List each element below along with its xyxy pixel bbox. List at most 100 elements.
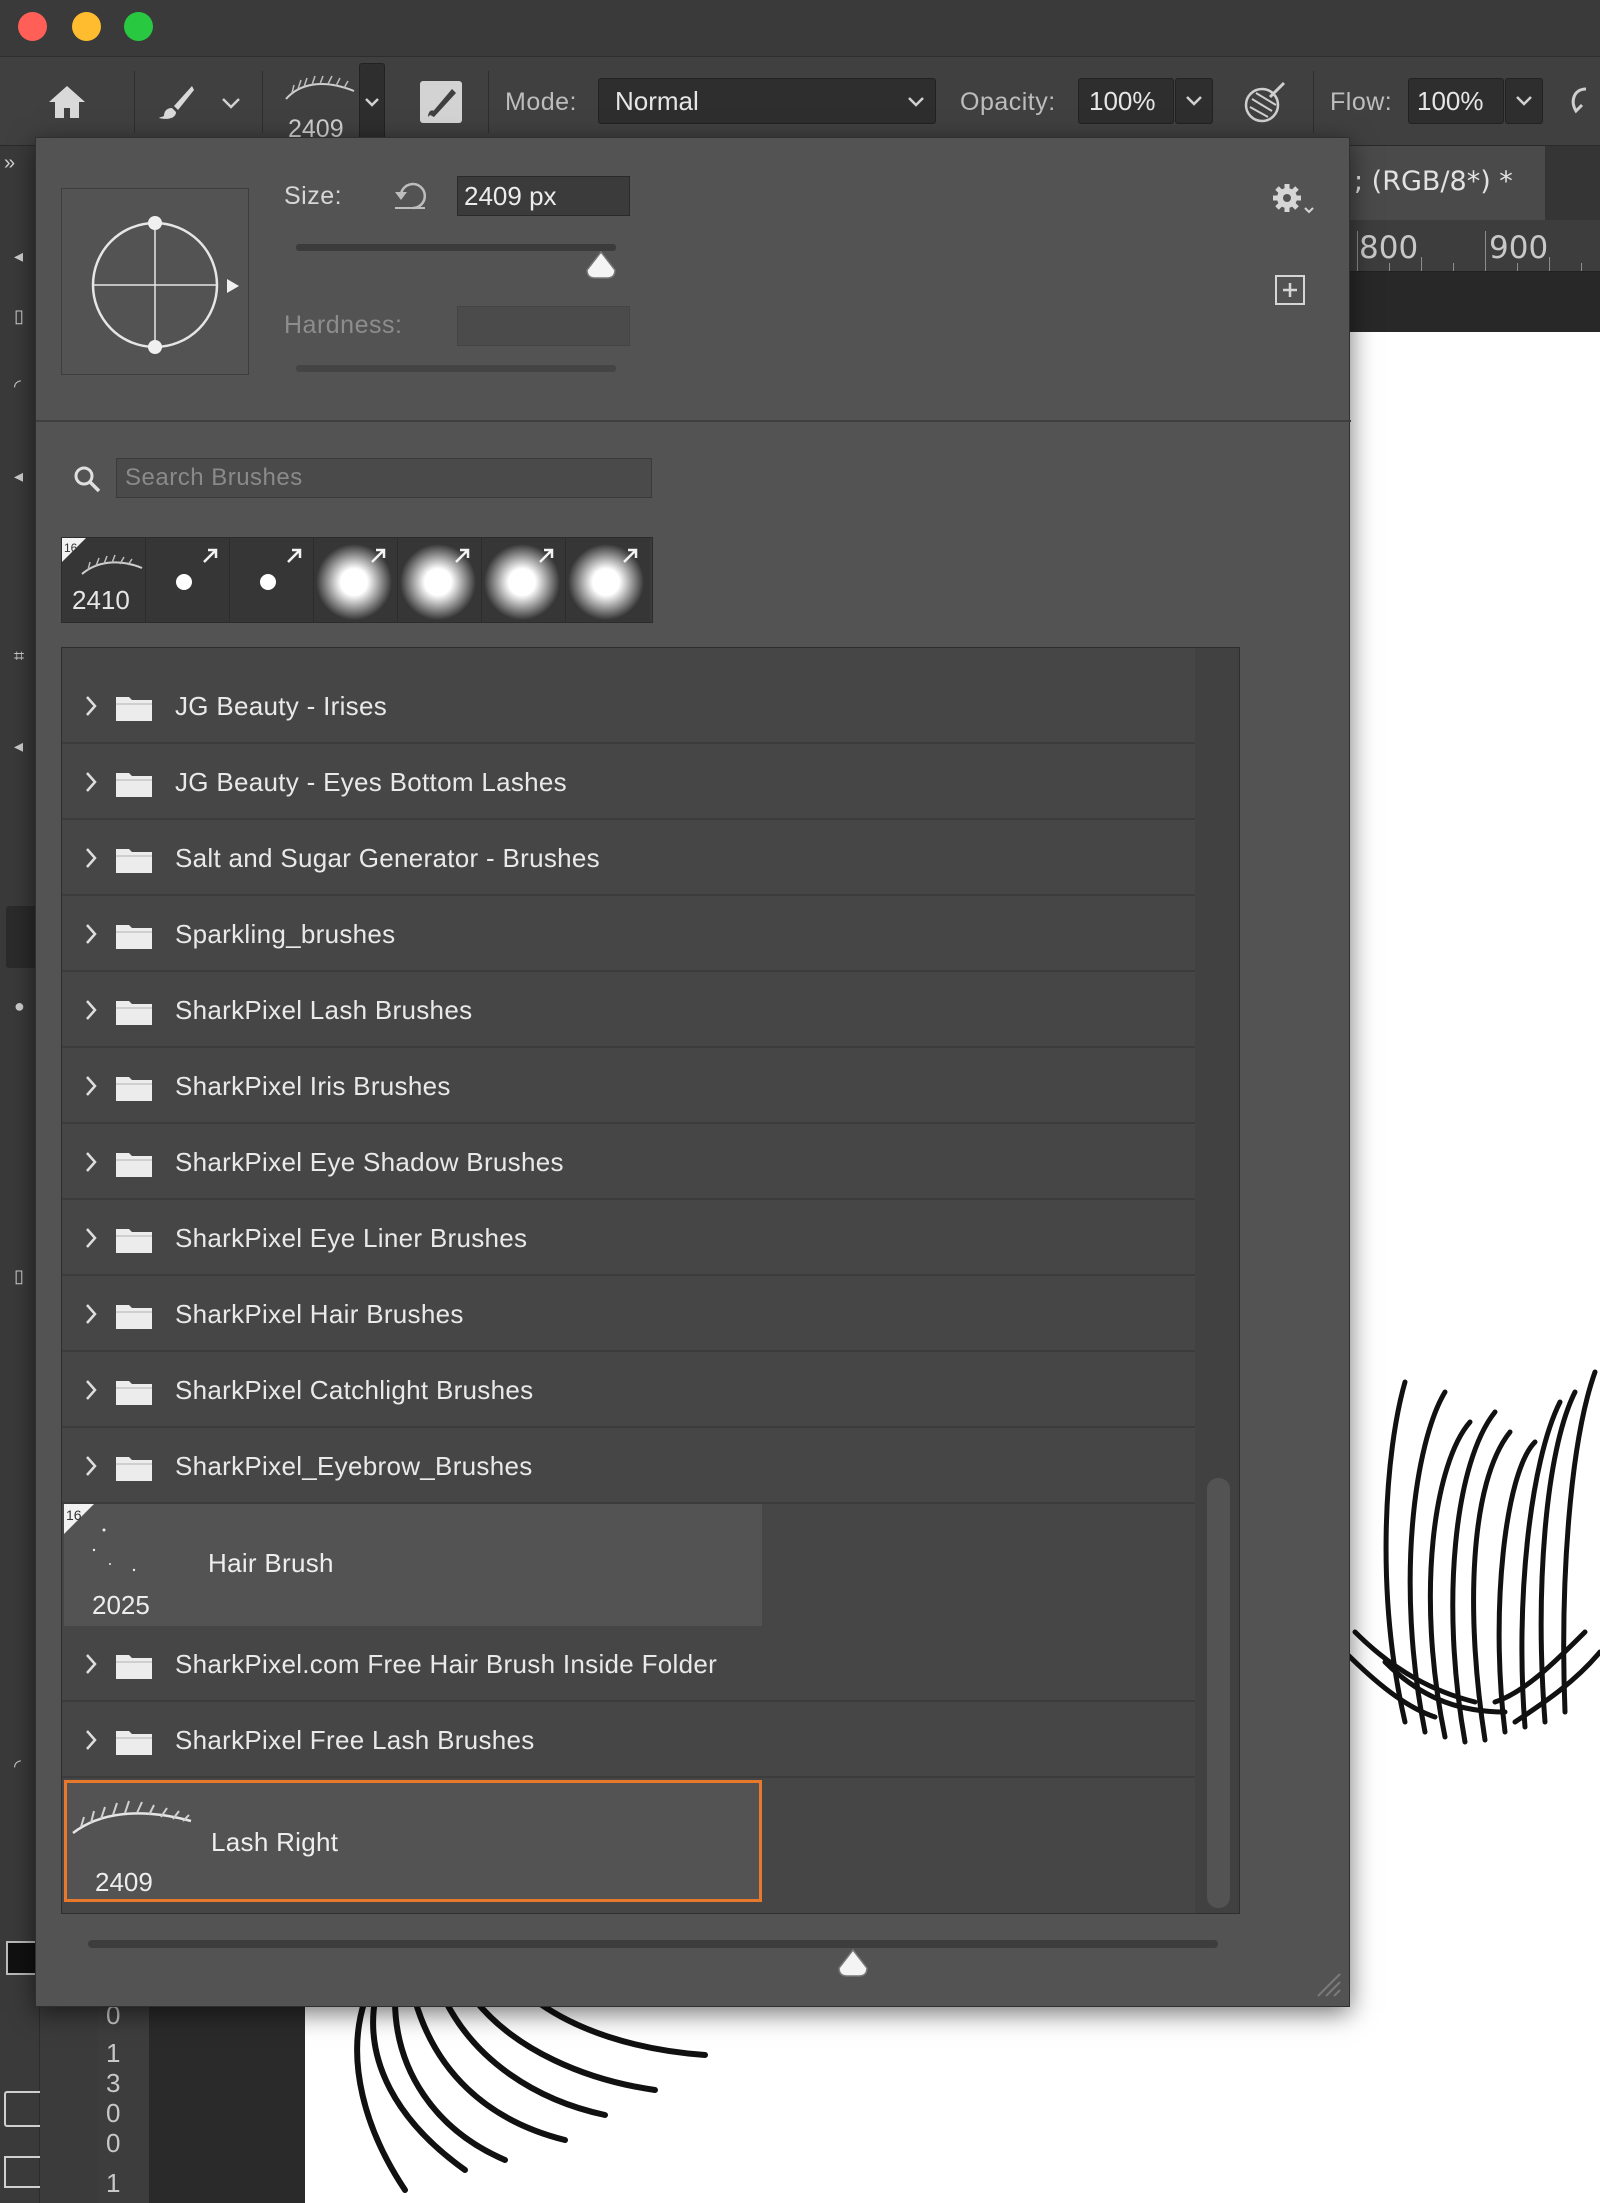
document-tab[interactable]: ; (RGB/8*) * [1345,146,1545,220]
hardness-slider-track[interactable] [296,365,616,372]
brush-picker-chevron-down-icon[interactable] [359,63,385,141]
pressure-opacity-icon[interactable] [1240,79,1288,127]
brush-folder-row[interactable]: SharkPixel Hair Brushes [62,1276,1195,1352]
brush-tool-icon[interactable] [153,79,199,125]
recent-brush-small-round[interactable] [230,538,314,622]
folder-name: SharkPixel Hair Brushes [175,1299,464,1329]
brush-folder-row[interactable]: Salt and Sugar Generator - Brushes [62,820,1195,896]
size-slider-track[interactable] [296,244,616,251]
opacity-value: 100% [1089,85,1156,116]
brush-folder-row[interactable]: SharkPixel Free Lash Brushes [62,1702,1195,1778]
chevron-right-icon[interactable] [84,1652,98,1676]
folder-name: SharkPixel Catchlight Brushes [175,1375,534,1405]
flow-input[interactable]: 100% [1408,78,1504,124]
opacity-label: Opacity: [960,88,1056,116]
minimize-window-button[interactable] [72,12,101,41]
zoom-window-button[interactable] [124,12,153,41]
blur-tool-icon[interactable]: ● [14,996,30,1016]
mode-label: Mode: [505,88,577,116]
chevron-right-icon[interactable] [84,1150,98,1174]
size-slider-handle[interactable] [585,250,617,280]
brush-folder-row[interactable]: JG Beauty - Eyes Bottom Lashes [62,744,1195,820]
recent-brush-soft-round[interactable] [566,538,650,622]
quick-mask-icon[interactable] [4,2091,44,2127]
brush-tool-active-icon[interactable] [6,906,36,968]
brush-preset-lash-right-selected[interactable]: Lash Right 2409 [64,1780,762,1902]
vertical-ruler: 0 1 3 0 0 1 [98,2000,150,2203]
hand-tool-icon[interactable]: ◜ [14,1756,30,1776]
chevron-right-icon[interactable] [84,846,98,870]
brush-folder-row[interactable]: SharkPixel.com Free Hair Brush Inside Fo… [62,1626,1195,1702]
resize-grip-icon[interactable] [1314,1970,1342,1998]
recent-brush-soft-round[interactable] [314,538,398,622]
quick-select-tool-icon[interactable]: ◂ [14,466,30,486]
lasso-tool-icon[interactable]: ◜ [14,376,30,396]
brush-size: 2409 [95,1867,153,1897]
size-input[interactable]: 2409 px [457,176,630,216]
document-canvas[interactable] [1342,332,1600,2203]
type-tool-icon[interactable]: ▯ [14,1266,30,1286]
thumbnail-size-slider-track[interactable] [88,1940,1218,1948]
flow-chevron-down-icon[interactable] [1505,78,1543,124]
move-tool-icon[interactable]: ◂ [14,246,30,266]
mode-select[interactable]: Normal [598,78,936,124]
brush-folder-row[interactable]: JG Beauty - Irises [62,668,1195,744]
recent-brush-lash[interactable]: 16 2410 [62,538,146,622]
brush-preset-list[interactable]: JG Beauty - Irises JG Beauty - Eyes Bott… [61,647,1240,1914]
recent-brush-small-round[interactable] [146,538,230,622]
reset-size-icon[interactable] [391,178,431,214]
list-scrollbar[interactable] [1207,1478,1230,1908]
opacity-chevron-down-icon[interactable] [1175,78,1213,124]
hardness-input[interactable] [457,306,630,346]
folder-name: SharkPixel Iris Brushes [175,1071,451,1101]
vruler-digit: 3 [106,2068,121,2098]
brush-folder-row[interactable]: SharkPixel Eye Liner Brushes [62,1200,1195,1276]
size-value: 2409 px [464,180,557,211]
chevron-right-icon[interactable] [84,1302,98,1326]
close-window-button[interactable] [18,12,47,41]
svg-text:16: 16 [66,1507,82,1523]
recent-brush-soft-round[interactable] [398,538,482,622]
search-icon [72,464,102,494]
expand-panels-icon[interactable]: » [4,152,15,175]
brush-tip-preview[interactable] [61,188,249,375]
thumbnail-size-slider-handle[interactable] [837,1948,869,1978]
lash-brush-thumbnail [72,1800,192,1834]
brush-folder-row[interactable]: SharkPixel Iris Brushes [62,1048,1195,1124]
screen-mode-icon[interactable] [4,2156,44,2188]
chevron-right-icon[interactable] [84,1074,98,1098]
tool-preset-chevron-down-icon[interactable] [220,95,242,111]
opacity-input[interactable]: 100% [1078,78,1174,124]
brush-folder-row[interactable]: SharkPixel Eye Shadow Brushes [62,1124,1195,1200]
chevron-right-icon[interactable] [84,1378,98,1402]
recent-brush-soft-round[interactable] [482,538,566,622]
folder-name: SharkPixel_Eyebrow_Brushes [175,1451,533,1481]
airbrush-icon[interactable] [1566,81,1600,125]
brush-folder-row[interactable]: Sparkling_brushes [62,896,1195,972]
chevron-right-icon[interactable] [84,1454,98,1478]
ruler-label-800: 800 [1359,230,1419,266]
brush-folder-row[interactable]: SharkPixel Catchlight Brushes [62,1352,1195,1428]
marquee-tool-icon[interactable]: ▯ [14,306,30,326]
chevron-right-icon[interactable] [84,1226,98,1250]
chevron-right-icon[interactable] [84,998,98,1022]
eyedropper-tool-icon[interactable]: ◂ [14,736,30,756]
search-brushes-input[interactable]: Search Brushes [116,458,652,498]
brush-preset-thumbnail[interactable]: 2409 [280,67,358,143]
mode-value: Normal [615,85,699,116]
chevron-right-icon[interactable] [84,770,98,794]
brush-folder-row[interactable]: SharkPixel Lash Brushes [62,972,1195,1048]
crop-tool-icon[interactable]: ⌗ [14,646,30,666]
hardness-label: Hardness: [284,311,403,339]
home-icon[interactable] [42,79,92,125]
chevron-right-icon[interactable] [84,922,98,946]
new-preset-icon[interactable] [1274,274,1306,306]
brush-folder-row[interactable]: SharkPixel_Eyebrow_Brushes [62,1428,1195,1504]
gear-icon[interactable] [1271,182,1315,218]
brush-settings-panel-icon[interactable] [418,79,464,125]
brush-preset-hair[interactable]: 16 Hair Brush 2025 [64,1504,762,1626]
flow-label: Flow: [1330,88,1393,116]
chevron-right-icon[interactable] [84,694,98,718]
vruler-digit: 1 [106,2168,121,2198]
chevron-right-icon[interactable] [84,1728,98,1752]
